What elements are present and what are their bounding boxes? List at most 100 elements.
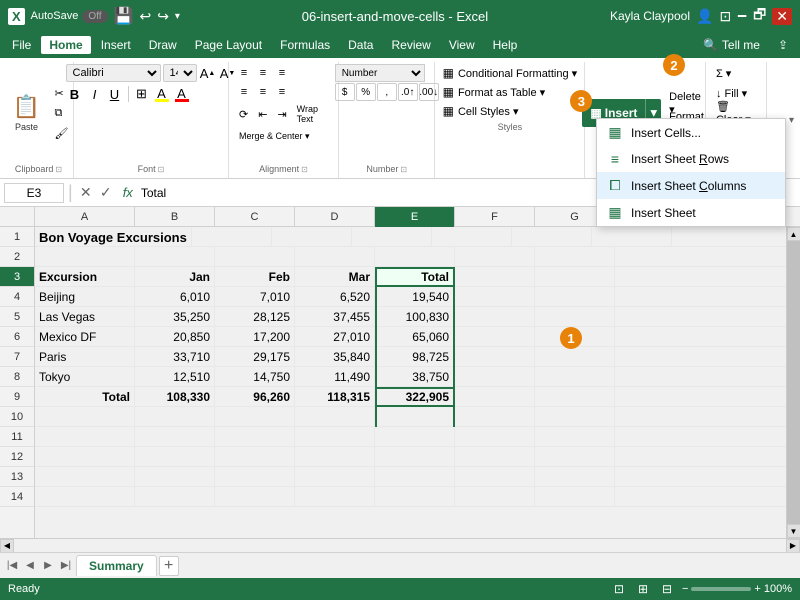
restore-btn[interactable]: 🗗 [753, 4, 766, 28]
row-num-12[interactable]: 12 [0, 447, 34, 467]
cell-e8[interactable]: 38,750 [375, 367, 455, 387]
menu-share[interactable]: ⇪ [770, 36, 796, 54]
close-btn[interactable]: ✕ [772, 8, 792, 25]
clipboard-expand[interactable]: ⊡ [55, 165, 62, 174]
row-num-10[interactable]: 10 [0, 407, 34, 427]
cell-f11[interactable] [455, 427, 535, 447]
ribbon-scroll-btn[interactable]: ▾ [789, 115, 794, 126]
row-num-13[interactable]: 13 [0, 467, 34, 487]
cell-a1[interactable]: Bon Voyage Excursions [35, 227, 192, 247]
cell-g13[interactable] [535, 467, 615, 487]
cell-b2[interactable] [135, 247, 215, 267]
cell-d7[interactable]: 35,840 [295, 347, 375, 367]
cell-f5[interactable] [455, 307, 535, 327]
row-num-3[interactable]: 3 [0, 267, 34, 287]
zoom-slider[interactable] [691, 587, 751, 591]
menu-draw[interactable]: Draw [141, 36, 185, 54]
scroll-down-button[interactable]: ▼ [787, 524, 800, 538]
row-num-9[interactable]: 9 [0, 387, 34, 407]
cell-a10[interactable] [35, 407, 135, 427]
cell-a3[interactable]: Excursion [35, 267, 135, 287]
cell-f3[interactable] [455, 267, 535, 287]
cell-d11[interactable] [295, 427, 375, 447]
cell-g1[interactable] [592, 227, 672, 247]
cell-b12[interactable] [135, 447, 215, 467]
paste-button[interactable]: 📋 Paste [5, 85, 49, 141]
row-num-7[interactable]: 7 [0, 347, 34, 367]
align-top-center-button[interactable]: ≡ [254, 64, 272, 82]
name-box[interactable] [4, 183, 64, 203]
page-break-view-button[interactable]: ⊟ [658, 580, 676, 598]
cell-c6[interactable]: 17,200 [215, 327, 295, 347]
cell-f12[interactable] [455, 447, 535, 467]
cell-e6[interactable]: 65,060 [375, 327, 455, 347]
cell-e10[interactable] [375, 407, 455, 427]
vertical-scrollbar[interactable]: ▲ ▼ [786, 227, 800, 538]
cell-d12[interactable] [295, 447, 375, 467]
scroll-up-button[interactable]: ▲ [787, 227, 800, 241]
row-num-5[interactable]: 5 [0, 307, 34, 327]
cell-a12[interactable] [35, 447, 135, 467]
cell-c4[interactable]: 7,010 [215, 287, 295, 307]
cell-a2[interactable] [35, 247, 135, 267]
italic-button[interactable]: I [86, 85, 104, 103]
cell-g9[interactable] [535, 387, 615, 407]
cell-e9[interactable]: 322,905 [375, 387, 455, 407]
menu-file[interactable]: File [4, 36, 39, 54]
autosum-button[interactable]: Σ ▾ [712, 64, 735, 82]
cell-e12[interactable] [375, 447, 455, 467]
cell-c13[interactable] [215, 467, 295, 487]
cell-c11[interactable] [215, 427, 295, 447]
cell-f7[interactable] [455, 347, 535, 367]
cell-b1[interactable] [192, 227, 272, 247]
cell-a14[interactable] [35, 487, 135, 507]
merge-center-button[interactable]: Merge & Center ▾ [235, 127, 314, 145]
cell-e5[interactable]: 100,830 [375, 307, 455, 327]
scroll-thumb[interactable] [787, 241, 800, 524]
minimize-btn[interactable]: 🗕 [737, 4, 747, 28]
cell-b5[interactable]: 35,250 [135, 307, 215, 327]
quick-access-dropdown[interactable]: ▾ [175, 11, 180, 22]
menu-view[interactable]: View [441, 36, 483, 54]
cell-g3[interactable] [535, 267, 615, 287]
format-as-table-button[interactable]: ▦ Format as Table ▾ [436, 83, 585, 101]
cell-c3[interactable]: Feb [215, 267, 295, 287]
cell-c12[interactable] [215, 447, 295, 467]
cell-d14[interactable] [295, 487, 375, 507]
cell-g8[interactable] [535, 367, 615, 387]
cell-g7[interactable] [535, 347, 615, 367]
menu-page-layout[interactable]: Page Layout [187, 36, 270, 54]
cell-a5[interactable]: Las Vegas [35, 307, 135, 327]
orientation-button[interactable]: ⟳ [235, 105, 252, 123]
align-middle-right-button[interactable]: ≡ [273, 83, 291, 101]
menu-review[interactable]: Review [383, 36, 438, 54]
cell-b10[interactable] [135, 407, 215, 427]
cell-e1[interactable] [432, 227, 512, 247]
cell-a9[interactable]: Total [35, 387, 135, 407]
cell-b6[interactable]: 20,850 [135, 327, 215, 347]
cell-a4[interactable]: Beijing [35, 287, 135, 307]
insert-sheet-columns-item[interactable]: ⧠ Insert Sheet Columns [597, 172, 785, 199]
cell-a13[interactable] [35, 467, 135, 487]
cell-b9[interactable]: 108,330 [135, 387, 215, 407]
insert-cells-item[interactable]: ▦ Insert Cells... [597, 119, 785, 146]
col-header-c[interactable]: C [215, 207, 295, 227]
cell-g4[interactable] [535, 287, 615, 307]
cell-f13[interactable] [455, 467, 535, 487]
menu-formulas[interactable]: Formulas [272, 36, 338, 54]
cell-a11[interactable] [35, 427, 135, 447]
scroll-right-button[interactable]: ▶ [786, 539, 800, 553]
font-size-select[interactable]: 14 [163, 64, 197, 82]
cell-c9[interactable]: 96,260 [215, 387, 295, 407]
sheet-nav-first-button[interactable]: |◀ [4, 558, 20, 574]
sheet-nav-next-button[interactable]: ▶ [40, 558, 56, 574]
align-top-left-button[interactable]: ≡ [235, 64, 253, 82]
row-num-2[interactable]: 2 [0, 247, 34, 267]
cell-d8[interactable]: 11,490 [295, 367, 375, 387]
normal-view-button[interactable]: ⊡ [610, 580, 628, 598]
cell-b13[interactable] [135, 467, 215, 487]
save-icon[interactable]: 💾 [114, 6, 134, 26]
alignment-expand[interactable]: ⊡ [301, 165, 308, 174]
font-expand[interactable]: ⊡ [158, 165, 165, 174]
cell-a6[interactable]: Mexico DF [35, 327, 135, 347]
